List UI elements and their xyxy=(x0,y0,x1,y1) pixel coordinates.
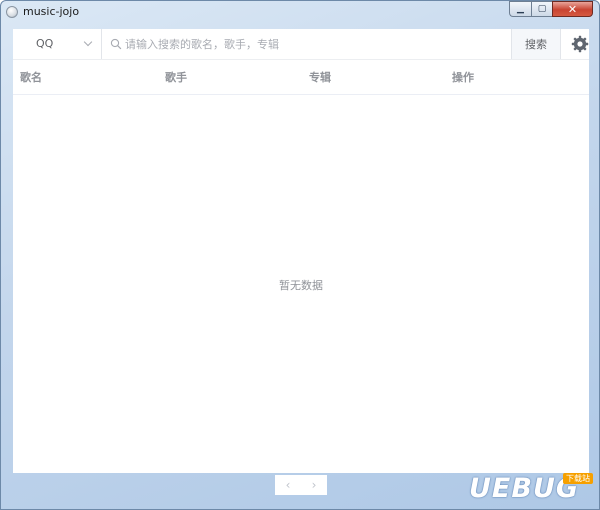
search-input[interactable] xyxy=(125,29,505,59)
gear-icon[interactable] xyxy=(571,35,589,53)
maximize-icon: ▢ xyxy=(537,4,547,14)
app-window: music-jojo ▁ ▢ ✕ QQ 搜索 xyxy=(0,0,600,510)
chevron-right-icon: › xyxy=(311,478,317,492)
source-select[interactable]: QQ xyxy=(13,29,102,59)
column-header-artist: 歌手 xyxy=(165,71,187,84)
close-button[interactable]: ✕ xyxy=(552,1,593,17)
window-title: music-jojo xyxy=(23,5,80,18)
empty-state-text: 暂无数据 xyxy=(279,279,323,292)
maximize-button[interactable]: ▢ xyxy=(531,1,552,17)
table-header: 歌名 歌手 专辑 操作 xyxy=(13,60,589,95)
prev-page-button[interactable]: ‹ xyxy=(275,475,301,495)
main-panel: QQ 搜索 xyxy=(13,29,589,473)
window-controls: ▁ ▢ ✕ xyxy=(509,1,593,19)
chevron-down-icon xyxy=(83,37,93,47)
close-icon: ✕ xyxy=(567,2,578,16)
search-bar: QQ 搜索 xyxy=(13,29,589,60)
column-header-album: 专辑 xyxy=(309,71,331,84)
search-box xyxy=(103,29,511,59)
app-icon xyxy=(6,6,18,18)
search-icon xyxy=(110,38,122,50)
search-button[interactable]: 搜索 xyxy=(511,29,561,59)
chevron-left-icon: ‹ xyxy=(285,478,291,492)
title-bar[interactable]: music-jojo ▁ ▢ ✕ xyxy=(1,1,599,25)
column-header-actions: 操作 xyxy=(452,71,474,84)
watermark-badge: 下载站 xyxy=(563,473,593,484)
minimize-icon: ▁ xyxy=(517,4,524,14)
watermark-logo: UEBUG 下载站 xyxy=(453,473,593,505)
minimize-button[interactable]: ▁ xyxy=(509,1,531,17)
column-header-song: 歌名 xyxy=(20,71,42,84)
next-page-button[interactable]: › xyxy=(301,475,327,495)
pagination: ‹ › xyxy=(275,475,327,495)
source-select-value: QQ xyxy=(36,37,54,50)
